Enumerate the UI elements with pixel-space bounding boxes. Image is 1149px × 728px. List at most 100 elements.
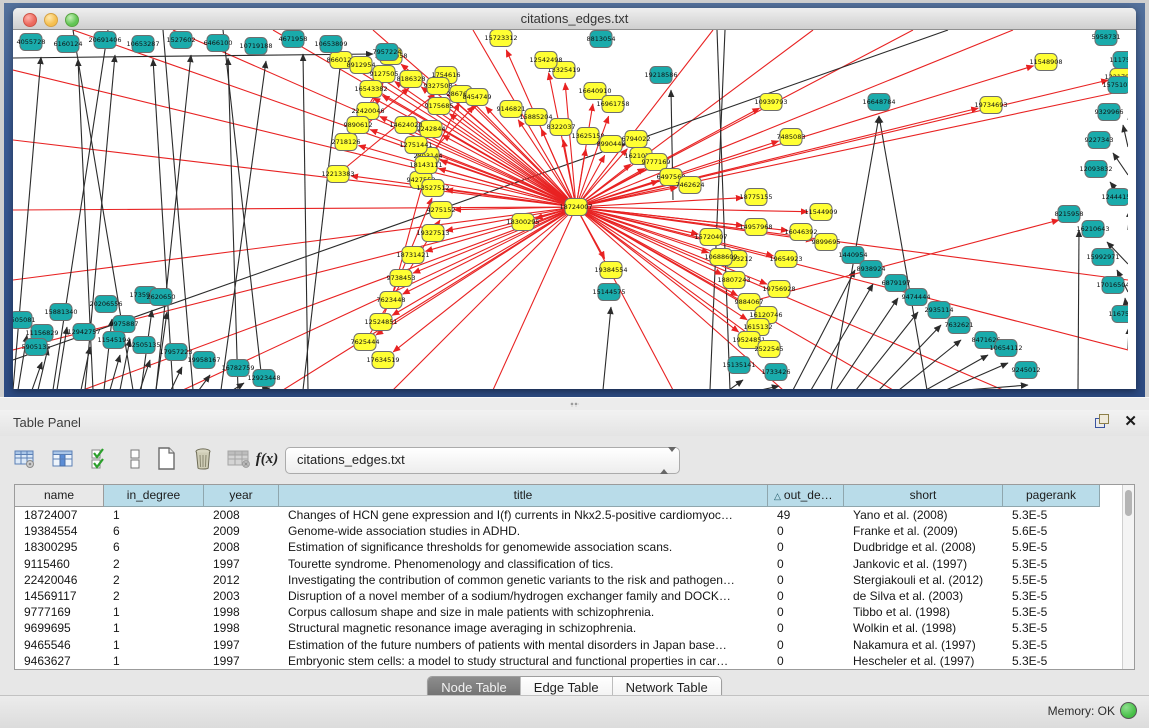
table-row[interactable]: 969969511998Structural magnetic resonanc… [15, 620, 1122, 636]
network-edge[interactable] [221, 61, 266, 389]
network-edge[interactable] [899, 340, 961, 389]
network-edge[interactable] [729, 380, 743, 389]
network-node[interactable]: 9738453 [387, 270, 416, 287]
table-row[interactable]: 1830029562008Estimation of significance … [15, 539, 1122, 555]
table-row[interactable]: 911546021997Tourette syndrome. Phenomeno… [15, 556, 1122, 572]
column-header-short[interactable]: short [844, 485, 1003, 507]
network-node[interactable]: 9245012 [1012, 362, 1041, 379]
network-edge[interactable] [104, 319, 112, 389]
table-mode-button[interactable] [12, 446, 38, 472]
network-node[interactable]: 7462624 [676, 177, 705, 194]
table-row[interactable]: 1938455462009Genome-wide association stu… [15, 523, 1122, 539]
network-edge[interactable] [303, 54, 308, 389]
network-node[interactable]: 8186328 [397, 71, 426, 88]
network-node[interactable]: 8938924 [857, 261, 886, 278]
network-window-titlebar[interactable]: citations_edges.txt [13, 8, 1136, 30]
network-edge[interactable] [493, 207, 576, 389]
network-edge[interactable] [576, 207, 1128, 350]
network-node[interactable]: 15144575 [592, 284, 625, 301]
network-node[interactable]: 12524851 [364, 314, 397, 331]
network-edge[interactable] [879, 325, 941, 389]
table-row[interactable]: 946554611997Estimation of the future num… [15, 637, 1122, 653]
delete-table-button[interactable] [226, 446, 252, 472]
network-node[interactable]: 6879197 [882, 275, 911, 292]
column-header-pagerank[interactable]: pagerank [1003, 485, 1100, 507]
network-edge[interactable] [1078, 230, 1079, 389]
network-node[interactable]: 5905135 [22, 339, 51, 356]
network-node[interactable]: 10653287 [126, 36, 159, 53]
network-node[interactable]: 11548908 [1029, 54, 1062, 71]
network-node[interactable]: 2620650 [147, 289, 176, 306]
show-columns-button[interactable] [50, 446, 76, 472]
network-edge[interactable] [442, 135, 576, 207]
network-node[interactable]: 7632621 [945, 317, 974, 334]
network-edge[interactable] [233, 383, 244, 389]
network-edge[interactable] [603, 307, 611, 389]
network-edge[interactable] [32, 362, 42, 389]
network-node[interactable]: 17016504 [1096, 277, 1128, 294]
network-edge[interactable] [576, 90, 1128, 207]
network-node[interactable]: 9329966 [1095, 104, 1124, 121]
network-edge[interactable] [856, 312, 918, 389]
network-node[interactable]: 16648784 [862, 94, 895, 111]
delete-column-button[interactable] [190, 446, 216, 472]
network-node[interactable]: 14957968 [739, 219, 772, 236]
table-row[interactable]: 1872400712008Changes of HCN gene express… [15, 507, 1122, 523]
network-node[interactable]: 9127505 [370, 66, 399, 83]
network-node[interactable]: 19384554 [594, 262, 627, 279]
network-edge[interactable] [1123, 125, 1128, 147]
select-all-button[interactable] [88, 446, 114, 472]
network-node[interactable]: 11544909 [804, 204, 837, 221]
network-node[interactable]: 2718126 [332, 134, 361, 151]
network-node[interactable]: 8454749 [463, 89, 492, 106]
close-panel-icon[interactable]: ✕ [1124, 414, 1137, 429]
network-node[interactable]: 20691406 [88, 32, 121, 49]
network-node[interactable]: 12942757 [67, 324, 100, 341]
network-node[interactable]: 10719188 [239, 38, 272, 55]
network-edge[interactable] [228, 58, 238, 389]
float-panel-icon[interactable] [1095, 414, 1110, 429]
new-column-button[interactable] [153, 446, 179, 472]
network-canvas[interactable]: 1872400786601238912954182260589127505818… [13, 30, 1136, 389]
network-node[interactable]: 10653809 [314, 36, 347, 53]
network-node[interactable]: 6794022 [622, 131, 651, 148]
network-node[interactable]: 7957224 [373, 44, 402, 61]
network-node[interactable]: 15723312 [484, 30, 517, 47]
network-edge[interactable] [761, 386, 779, 389]
table-scrollbar[interactable] [1122, 485, 1134, 669]
network-node[interactable]: 9899695 [812, 234, 841, 251]
network-table-selector[interactable]: citations_edges.txt [285, 447, 680, 474]
network-node[interactable]: 6466100 [204, 35, 233, 52]
network-node[interactable]: 15135141 [722, 357, 755, 374]
table-row[interactable]: 977716911998Corpus callosum shape and si… [15, 604, 1122, 620]
network-node[interactable]: 1117530 [1110, 52, 1128, 69]
network-node[interactable]: 9227343 [1085, 132, 1114, 149]
table-row[interactable]: 2242004622012Investigating the contribut… [15, 572, 1122, 588]
network-node[interactable]: 9175685 [425, 98, 454, 115]
network-node[interactable]: 4671958 [279, 31, 308, 48]
column-header-year[interactable]: year [204, 485, 279, 507]
network-node[interactable]: 16210643 [1076, 221, 1109, 238]
network-node[interactable]: 4055728 [17, 34, 46, 51]
network-node[interactable]: 2522545 [755, 341, 784, 358]
network-node[interactable]: 5958731 [1092, 30, 1121, 46]
network-node[interactable]: 9474444 [902, 289, 931, 306]
network-node[interactable]: 15992971 [1086, 249, 1119, 266]
table-row[interactable]: 946362711997Embryonic stem cells: a mode… [15, 653, 1122, 669]
panel-splitter[interactable] [0, 397, 1149, 411]
network-node[interactable]: 17634519 [366, 352, 399, 369]
memory-status-indicator[interactable] [1120, 702, 1137, 719]
network-node[interactable]: 1733426 [762, 364, 791, 381]
network-edge[interactable] [110, 355, 120, 389]
network-node[interactable]: 12923448 [247, 370, 280, 387]
network-node[interactable]: 7623448 [377, 292, 406, 309]
network-node[interactable]: 12505135 [127, 337, 160, 354]
network-node[interactable]: 8813054 [587, 31, 616, 48]
scrollbar-thumb[interactable] [1125, 490, 1132, 516]
network-edge[interactable] [259, 388, 270, 389]
network-edge[interactable] [565, 83, 576, 207]
network-graph[interactable]: 1872400786601238912954182260589127505818… [13, 30, 1128, 389]
network-node[interactable]: 7485083 [777, 129, 806, 146]
network-node[interactable]: 19756928 [762, 281, 795, 298]
network-edge[interactable] [303, 59, 341, 389]
